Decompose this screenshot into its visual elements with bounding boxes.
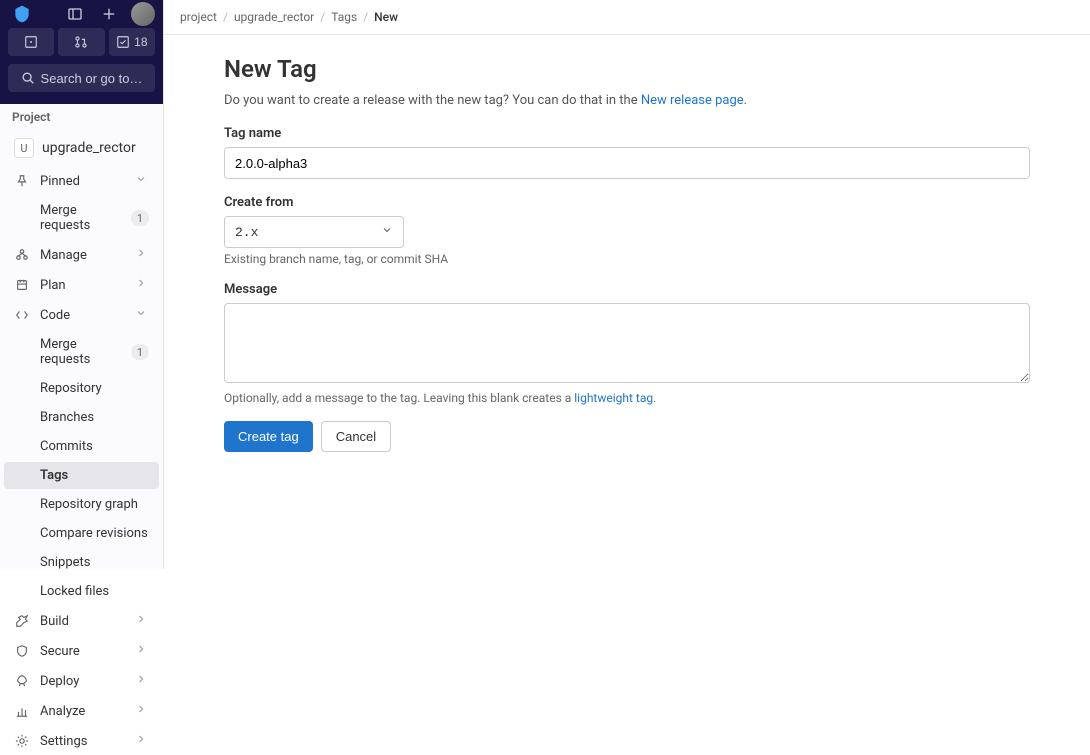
sidebar-label: Tags (40, 468, 149, 483)
sidebar-item-merge-requests[interactable]: Merge requests 1 (4, 331, 159, 373)
page-subtitle: Do you want to create a release with the… (224, 93, 1030, 108)
chevron-right-icon (135, 643, 149, 659)
sidebar-item-secure[interactable]: Secure (4, 637, 159, 665)
sidebar-label: Snippets (40, 555, 149, 570)
lightweight-tag-link[interactable]: lightweight tag (574, 391, 653, 405)
sidebar-label: Deploy (40, 674, 125, 689)
sidebar-label: Plan (40, 278, 125, 293)
mr-badge: 1 (131, 344, 149, 360)
chevron-right-icon (135, 733, 149, 749)
sidebar-label: Commits (40, 439, 149, 454)
nav-section-title: Project (0, 104, 163, 130)
message-hint: Optionally, add a message to the tag. Le… (224, 391, 1030, 405)
sidebar-label: Pinned (40, 174, 125, 189)
topbar (0, 0, 163, 28)
sidebar-item-analyze[interactable]: Analyze (4, 697, 159, 725)
sidebar-item-code[interactable]: Code (4, 301, 159, 329)
todo-count: 18 (134, 35, 147, 49)
sidebar-label: Code (40, 308, 125, 323)
sidebar-item-snippets[interactable]: Snippets (4, 549, 159, 576)
sidebar-item-settings[interactable]: Settings (4, 727, 159, 755)
chevron-right-icon (135, 703, 149, 719)
project-name: upgrade_rector (42, 140, 136, 156)
sidebar-item-pinned[interactable]: Pinned (4, 167, 159, 195)
rocket-icon (14, 673, 30, 689)
shield-icon (14, 643, 30, 659)
create-tag-button[interactable]: Create tag (224, 421, 313, 452)
sidebar-item-tags[interactable]: Tags (4, 462, 159, 489)
project-avatar: U (14, 138, 34, 158)
plan-icon (14, 277, 30, 293)
tag-name-label: Tag name (224, 126, 1030, 141)
breadcrumb-root[interactable]: project (180, 10, 217, 24)
pin-icon (14, 173, 30, 189)
cancel-button[interactable]: Cancel (321, 421, 391, 452)
breadcrumb-project[interactable]: upgrade_rector (234, 10, 314, 24)
sidebar-label: Locked files (40, 584, 149, 599)
sidebar-label: Settings (40, 734, 125, 749)
create-from-hint: Existing branch name, tag, or commit SHA (224, 252, 1030, 266)
chevron-right-icon (135, 673, 149, 689)
message-textarea[interactable] (224, 303, 1030, 383)
action-bar: 18 (0, 28, 163, 64)
sidebar-item-compare[interactable]: Compare revisions (4, 520, 159, 547)
sidebar-label: Build (40, 614, 125, 629)
sidebar-label: Merge requests (40, 203, 121, 233)
plus-icon[interactable] (95, 0, 123, 28)
mr-badge: 1 (131, 210, 149, 226)
build-icon (14, 613, 30, 629)
sidebar-toggle-icon[interactable] (61, 0, 89, 28)
sidebar-item-build[interactable]: Build (4, 607, 159, 635)
manage-icon (14, 247, 30, 263)
search-label: Search or go to… (41, 71, 143, 86)
chevron-down-icon (135, 307, 149, 323)
sidebar-label: Branches (40, 410, 149, 425)
sidebar-item-deploy[interactable]: Deploy (4, 667, 159, 695)
breadcrumb-tags[interactable]: Tags (331, 10, 357, 24)
search-button[interactable]: Search or go to… (8, 64, 155, 92)
breadcrumb: project / upgrade_rector / Tags / New (164, 0, 1090, 35)
sidebar-item-commits[interactable]: Commits (4, 433, 159, 460)
breadcrumb-sep: / (223, 10, 228, 24)
new-release-link[interactable]: New release page (641, 93, 744, 108)
chart-icon (14, 703, 30, 719)
sidebar-label: Compare revisions (40, 526, 149, 541)
create-from-select[interactable]: 2.x (224, 216, 404, 248)
avatar[interactable] (131, 2, 155, 26)
chevron-down-icon (135, 173, 149, 189)
code-icon (14, 307, 30, 323)
breadcrumb-sep: / (320, 10, 325, 24)
gear-icon (14, 733, 30, 749)
breadcrumb-sep: / (363, 10, 368, 24)
chevron-right-icon (135, 247, 149, 263)
page-title: New Tag (224, 55, 1030, 83)
sidebar-label: Analyze (40, 704, 125, 719)
sidebar-item-plan[interactable]: Plan (4, 271, 159, 299)
sidebar-label: Repository (40, 381, 149, 396)
sidebar-label: Repository graph (40, 497, 149, 512)
sidebar-item-merge-requests-pinned[interactable]: Merge requests 1 (4, 197, 159, 239)
mr-button[interactable] (58, 28, 104, 56)
sidebar-item-repository-graph[interactable]: Repository graph (4, 491, 159, 518)
sidebar-item-repository[interactable]: Repository (4, 375, 159, 402)
sidebar-label: Secure (40, 644, 125, 659)
todo-button[interactable]: 18 (109, 28, 155, 56)
tag-name-input[interactable] (224, 147, 1030, 179)
sidebar-item-branches[interactable]: Branches (4, 404, 159, 431)
create-from-label: Create from (224, 195, 1030, 210)
sidebar-item-locked[interactable]: Locked files (4, 578, 159, 605)
message-label: Message (224, 282, 1030, 297)
sidebar-label: Merge requests (40, 337, 121, 367)
sidebar-label: Manage (40, 248, 125, 263)
chevron-right-icon (135, 613, 149, 629)
logo-icon[interactable] (10, 2, 34, 26)
sidebar-item-manage[interactable]: Manage (4, 241, 159, 269)
breadcrumb-current: New (374, 10, 398, 24)
chevron-down-icon (381, 224, 393, 240)
chevron-right-icon (135, 277, 149, 293)
create-from-value: 2.x (235, 225, 258, 240)
issues-button[interactable] (8, 28, 54, 56)
project-item[interactable]: U upgrade_rector (4, 132, 159, 164)
